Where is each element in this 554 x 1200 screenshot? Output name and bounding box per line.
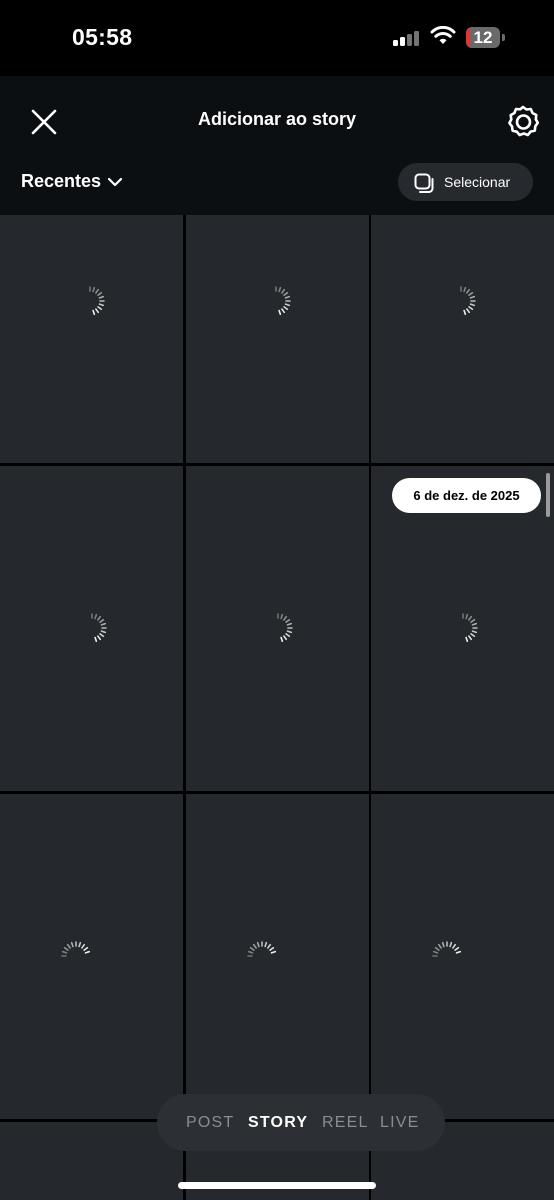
camera-mode-selector: POST STORY REEL LIVE <box>157 1094 445 1151</box>
select-multiple-button[interactable]: Selecionar <box>398 163 533 201</box>
media-tile[interactable] <box>371 215 554 463</box>
scrollbar-thumb[interactable] <box>546 473 550 517</box>
loading-spinner-icon <box>275 286 291 316</box>
media-tile[interactable] <box>371 466 554 791</box>
loading-spinner-icon <box>89 286 105 316</box>
loading-spinner-icon <box>91 613 107 643</box>
cellular-signal-icon <box>393 30 421 46</box>
media-tile[interactable] <box>186 466 369 791</box>
mode-reel[interactable]: REEL <box>322 1114 369 1132</box>
media-tile[interactable] <box>371 794 554 1119</box>
battery-percentage: 12 <box>473 28 493 47</box>
loading-spinner-icon <box>277 613 293 643</box>
album-label: Recentes <box>21 171 102 191</box>
media-tile[interactable] <box>0 794 183 1119</box>
mode-post[interactable]: POST <box>186 1114 234 1132</box>
home-indicator[interactable] <box>178 1182 376 1189</box>
battery-icon: 12 <box>466 27 500 48</box>
mode-story[interactable]: STORY <box>248 1114 308 1132</box>
select-multiple-label: Selecionar <box>444 174 511 190</box>
loading-spinner-icon <box>247 941 277 957</box>
page-title: Adicionar ao story <box>197 109 357 129</box>
mode-live[interactable]: LIVE <box>380 1114 420 1132</box>
media-grid <box>0 215 554 1200</box>
media-tile[interactable] <box>186 215 369 463</box>
media-tile[interactable] <box>0 466 183 791</box>
status-bar: 05:58 12 <box>0 0 554 76</box>
chevron-down-icon <box>107 177 123 186</box>
media-tile[interactable] <box>0 1122 183 1200</box>
loading-spinner-icon <box>61 941 91 957</box>
loading-spinner-icon <box>432 941 462 957</box>
status-time: 05:58 <box>72 24 133 50</box>
media-tile[interactable] <box>0 215 183 463</box>
album-dropdown[interactable]: Recentes <box>21 171 123 192</box>
battery-cap <box>502 34 505 41</box>
loading-spinner-icon <box>460 286 476 316</box>
wifi-icon <box>430 25 456 51</box>
gear-icon <box>508 105 540 137</box>
story-header: Adicionar ao story Recentes Selecionar <box>0 76 554 215</box>
settings-button[interactable] <box>505 103 541 139</box>
multi-select-icon <box>414 173 434 193</box>
media-tile[interactable] <box>186 794 369 1119</box>
date-scrubber-label: 6 de dez. de 2025 <box>392 478 541 513</box>
loading-spinner-icon <box>462 613 478 643</box>
